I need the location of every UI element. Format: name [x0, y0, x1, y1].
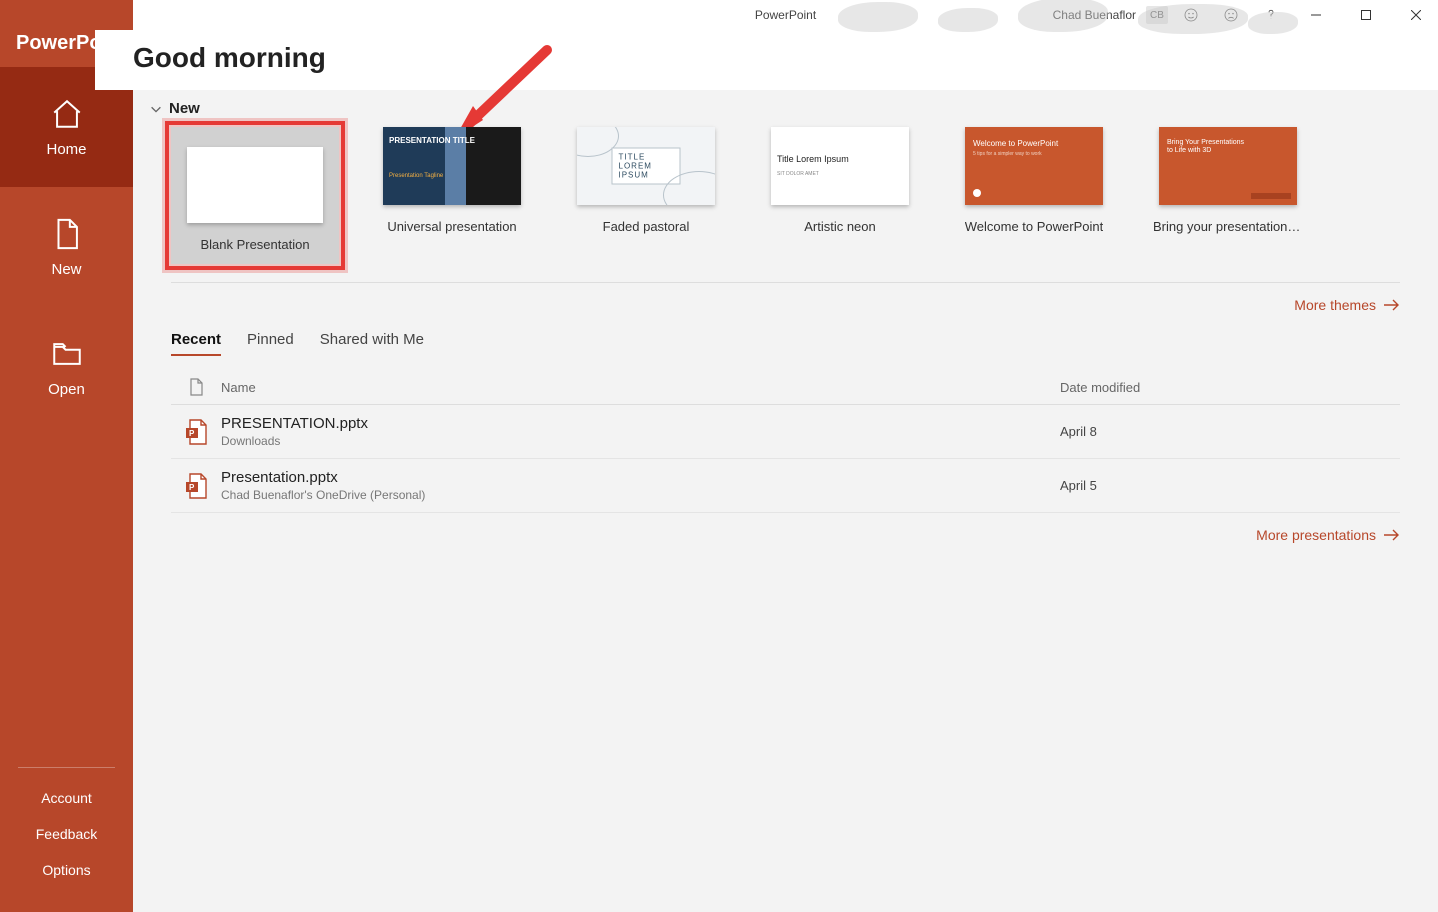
frown-icon: [1223, 7, 1239, 23]
nav-feedback[interactable]: Feedback: [18, 816, 115, 852]
new-section-label: New: [169, 100, 200, 117]
nav-new-label: New: [51, 261, 81, 278]
template-thumb: PRESENTATION TITLE Presentation Tagline: [383, 127, 521, 205]
template-label: Bring your presentations to l…: [1153, 219, 1303, 234]
templates-row: Blank Presentation PRESENTATION TITLE Pr…: [171, 127, 1400, 283]
window-maximize-button[interactable]: [1344, 0, 1388, 30]
file-date: April 5: [1060, 478, 1400, 493]
help-button[interactable]: [1254, 0, 1288, 30]
greeting-heading: Good morning: [133, 42, 1438, 74]
tab-shared-with-me[interactable]: Shared with Me: [320, 325, 424, 356]
main: PowerPoint Chad Buenaflor CB Good mornin…: [133, 0, 1438, 912]
arrow-right-icon: [1384, 299, 1400, 311]
new-section-toggle[interactable]: New: [149, 100, 1400, 117]
window-title: PowerPoint: [755, 8, 816, 22]
file-name: PRESENTATION.pptx: [221, 415, 1060, 432]
nav-home-label: Home: [46, 141, 86, 158]
minimize-icon: [1311, 10, 1321, 20]
template-universal-presentation[interactable]: PRESENTATION TITLE Presentation Tagline …: [383, 127, 521, 264]
template-faded-pastoral[interactable]: TITLE LOREM IPSUM Faded pastoral: [577, 127, 715, 264]
window-minimize-button[interactable]: [1294, 0, 1338, 30]
template-label: Faded pastoral: [603, 219, 690, 234]
titlebar: PowerPoint Chad Buenaflor CB: [133, 0, 1438, 30]
pptx-file-icon: P: [184, 418, 208, 446]
window-close-button[interactable]: [1394, 0, 1438, 30]
template-artistic-neon[interactable]: Title Lorem IpsumSIT DOLOR AMET Artistic…: [771, 127, 909, 264]
nav-account[interactable]: Account: [18, 780, 115, 816]
tab-recent[interactable]: Recent: [171, 325, 221, 356]
pptx-file-icon: P: [184, 472, 208, 500]
template-thumb: Title Lorem IpsumSIT DOLOR AMET: [771, 127, 909, 205]
chevron-down-icon: [149, 102, 163, 116]
svg-text:P: P: [189, 429, 195, 438]
svg-text:P: P: [189, 483, 195, 492]
arrow-right-icon: [1384, 529, 1400, 541]
template-label: Welcome to PowerPoint: [965, 219, 1104, 234]
new-file-icon: [50, 217, 84, 251]
template-label: Blank Presentation: [200, 237, 309, 252]
file-icon: [189, 378, 203, 396]
close-icon: [1411, 10, 1421, 20]
feedback-frown-button[interactable]: [1214, 0, 1248, 30]
maximize-icon: [1361, 10, 1371, 20]
more-themes-label: More themes: [1294, 297, 1376, 313]
file-location: Chad Buenaflor's OneDrive (Personal): [221, 488, 1060, 502]
file-date: April 8: [1060, 424, 1400, 439]
template-thumb: Bring Your Presentations to Life with 3D: [1159, 127, 1297, 205]
user-avatar-badge[interactable]: CB: [1146, 6, 1168, 24]
template-label: Artistic neon: [804, 219, 876, 234]
content-area: New Blank Presentation PRESENTATION TITL…: [133, 90, 1438, 912]
more-themes-link[interactable]: More themes: [171, 283, 1400, 319]
template-thumb: [187, 147, 323, 223]
file-location: Downloads: [221, 434, 1060, 448]
nav-options[interactable]: Options: [18, 852, 115, 888]
nav-open[interactable]: Open: [0, 307, 133, 427]
sidebar: PowerPoint Home New Open Account Feedbac…: [0, 0, 133, 912]
template-thumb: Welcome to PowerPoint 5 tips for a simpl…: [965, 127, 1103, 205]
header-date[interactable]: Date modified: [1060, 380, 1400, 395]
file-list-header: Name Date modified: [171, 366, 1400, 405]
template-bring-presentations-3d[interactable]: Bring Your Presentations to Life with 3D…: [1159, 127, 1297, 264]
nav-open-label: Open: [48, 381, 85, 398]
more-presentations-link[interactable]: More presentations: [171, 513, 1400, 557]
user-name[interactable]: Chad Buenaflor: [1053, 8, 1136, 22]
file-row[interactable]: P Presentation.pptx Chad Buenaflor's One…: [171, 459, 1400, 513]
tab-pinned[interactable]: Pinned: [247, 325, 294, 356]
home-icon: [50, 97, 84, 131]
template-label: Universal presentation: [387, 219, 516, 234]
header-name[interactable]: Name: [221, 380, 1060, 395]
file-name: Presentation.pptx: [221, 469, 1060, 486]
folder-open-icon: [50, 337, 84, 371]
more-presentations-label: More presentations: [1256, 527, 1376, 543]
file-tabs: Recent Pinned Shared with Me: [171, 325, 1400, 356]
file-row[interactable]: P PRESENTATION.pptx Downloads April 8: [171, 405, 1400, 459]
feedback-smile-button[interactable]: [1174, 0, 1208, 30]
template-thumb: TITLE LOREM IPSUM: [577, 127, 715, 205]
nav-new[interactable]: New: [0, 187, 133, 307]
template-welcome-to-powerpoint[interactable]: Welcome to PowerPoint 5 tips for a simpl…: [965, 127, 1103, 264]
help-icon: [1263, 7, 1279, 23]
smile-icon: [1183, 7, 1199, 23]
template-blank-presentation[interactable]: Blank Presentation: [171, 127, 339, 264]
